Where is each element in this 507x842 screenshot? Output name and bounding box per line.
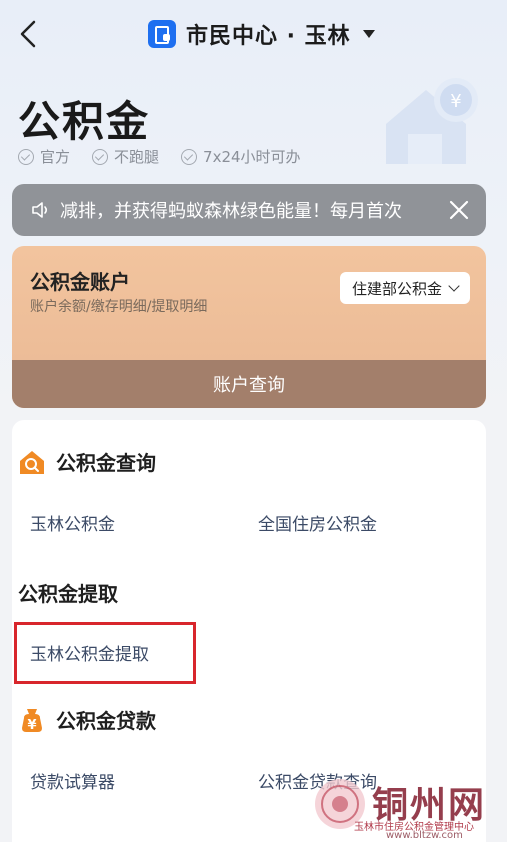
account-card: 公积金账户 账户余额/缴存明细/提取明细 住建部公积金 账户查询: [12, 246, 486, 408]
feature-label: 官方: [40, 148, 71, 166]
highlight-box: [14, 622, 196, 684]
notice-bar[interactable]: 减排，并获得蚂蚁森林绿色能量！每月首次: [12, 184, 486, 236]
house-search-icon: [20, 450, 44, 474]
feature-item: 7x24小时可办: [181, 146, 301, 167]
watermark-url: www.bltzw.com: [386, 830, 463, 841]
check-circle-icon: [181, 148, 198, 165]
check-circle-icon: [92, 148, 109, 165]
notice-text: 减排，并获得蚂蚁森林绿色能量！每月首次: [60, 201, 402, 222]
account-title: 公积金账户: [30, 270, 130, 294]
feature-label: 不跑腿: [114, 148, 160, 166]
account-subtitle: 账户余额/缴存明细/提取明细: [30, 299, 208, 315]
check-circle-icon: [18, 148, 34, 165]
feature-item: 不跑腿: [92, 146, 159, 167]
citizen-center-icon: [148, 20, 176, 48]
section-loan-header: ¥ 公积金贷款: [18, 705, 156, 734]
feature-item: 官方: [18, 146, 70, 167]
link-loan-calculator[interactable]: 贷款试算器: [30, 768, 115, 793]
section-title: 公积金提取: [18, 582, 118, 606]
section-query-header: 公积金查询: [18, 447, 156, 476]
house-yuan-icon: ¥: [386, 78, 478, 164]
speaker-icon: [32, 202, 48, 218]
top-bar: 市民中心 · 玉林: [0, 0, 507, 68]
section-withdraw-header: 公积金提取: [18, 578, 118, 607]
back-button[interactable]: [14, 16, 42, 52]
chevron-left-icon: [20, 20, 36, 48]
page-title: 公积金: [18, 97, 151, 146]
feature-list: 官方 不跑腿 7x24小时可办: [18, 146, 301, 167]
close-icon[interactable]: [448, 199, 470, 221]
account-query-button[interactable]: 账户查询: [12, 360, 486, 408]
fund-source-select[interactable]: 住建部公积金: [339, 272, 470, 304]
svg-text:¥: ¥: [450, 91, 461, 112]
city-switcher[interactable]: 市民中心 · 玉林: [148, 16, 375, 52]
watermark: 铜州网 玉林市住房公积金管理中心 www.bltzw.com: [310, 770, 507, 842]
feature-label: 7x24小时可办: [203, 148, 301, 166]
svg-text:¥: ¥: [27, 718, 36, 733]
section-title: 公积金查询: [56, 451, 156, 475]
section-title: 公积金贷款: [56, 709, 156, 733]
fund-source-value: 住建部公积金: [351, 279, 442, 298]
header-title: 市民中心 · 玉林: [186, 24, 351, 49]
yuan-bag-icon: ¥: [22, 708, 42, 733]
link-national-fund[interactable]: 全国住房公积金: [258, 510, 377, 535]
chevron-down-icon: [448, 280, 460, 292]
caret-down-icon: [362, 30, 375, 38]
link-yulin-fund[interactable]: 玉林公积金: [30, 510, 115, 535]
